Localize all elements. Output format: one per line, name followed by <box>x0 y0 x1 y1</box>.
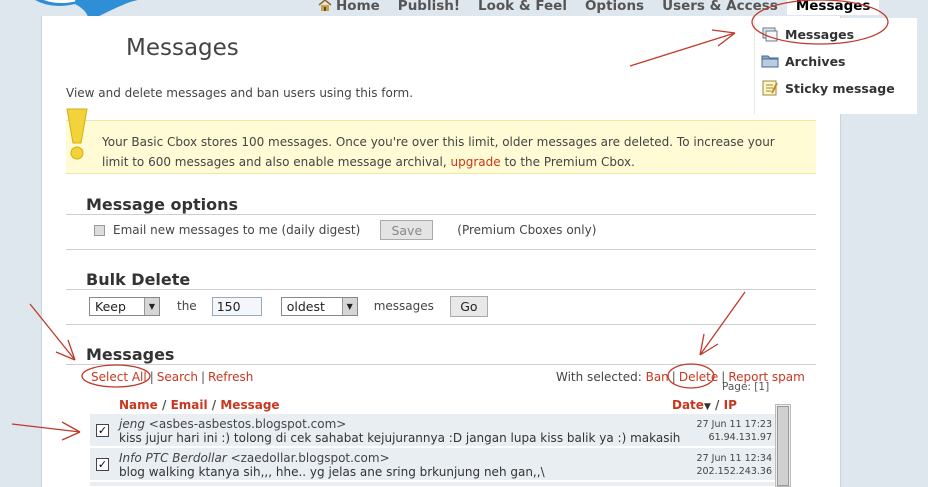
folder-icon <box>761 55 779 68</box>
divider <box>66 214 816 215</box>
submenu-sticky-message[interactable]: Sticky message <box>761 79 895 97</box>
sort-desc-icon: ▼ <box>703 402 711 412</box>
divider <box>66 249 816 250</box>
divider <box>66 364 816 365</box>
delete-link[interactable]: Delete <box>679 370 718 384</box>
row-email: <asbes-asbestos.blogspot.com> <box>148 417 347 431</box>
submenu-archives[interactable]: Archives <box>761 52 846 70</box>
upgrade-notice: Your Basic Cbox stores 100 messages. Onc… <box>66 108 816 174</box>
upgrade-link[interactable]: upgrade <box>451 155 501 169</box>
col-message[interactable]: Message <box>220 398 279 412</box>
bulk-order-select[interactable]: oldest ▼ <box>280 296 358 316</box>
exclamation-icon <box>66 108 88 160</box>
scrollbar-thumb[interactable] <box>777 406 789 486</box>
email-digest-label: Email new messages to me (daily digest) <box>113 223 361 237</box>
list-actions: Select All | Search | Refresh <box>91 370 254 384</box>
messages-submenu: Messages Archives Sticky message <box>754 18 917 114</box>
row-date: 27 Jun 11 17:23 <box>696 419 772 430</box>
row-ip: 202.152.243.36 <box>696 466 772 477</box>
row-message: blog walking ktanya sih,,, hhe.. yg jela… <box>119 465 545 479</box>
save-button[interactable]: Save <box>380 220 434 240</box>
bulk-delete-row: Keep ▼ the 150 oldest ▼ messages Go <box>89 295 488 317</box>
divider <box>66 324 816 325</box>
bulk-delete-heading: Bulk Delete <box>86 270 191 289</box>
chevron-down-icon: ▼ <box>341 297 357 315</box>
messages-label: messages <box>373 299 434 313</box>
submenu-messages[interactable]: Messages <box>761 25 854 43</box>
nav-publish[interactable]: Publish! <box>389 0 469 15</box>
row-name: jeng <box>119 417 145 431</box>
nav-home-label: Home <box>336 0 380 14</box>
nav-users-access[interactable]: Users & Access <box>653 0 787 15</box>
premium-note: (Premium Cboxes only) <box>457 223 597 237</box>
col-email[interactable]: Email <box>171 398 208 412</box>
top-nav: Home Publish! Look & Feel Options Users … <box>318 0 880 15</box>
select-all-link[interactable]: Select All <box>91 370 147 384</box>
page-indicator: Page: [1] <box>722 381 770 393</box>
email-digest-checkbox[interactable] <box>94 224 105 236</box>
col-name[interactable]: Name <box>119 398 158 412</box>
row-message: kiss jujur hari ini :) tolong di cek sah… <box>119 431 681 445</box>
notice-text: Your Basic Cbox stores 100 messages. Onc… <box>102 135 775 169</box>
page-description: View and delete messages and ban users u… <box>66 86 414 100</box>
chevron-down-icon: ▼ <box>144 297 159 315</box>
col-ip[interactable]: IP <box>724 398 737 412</box>
search-link[interactable]: Search <box>157 370 198 384</box>
refresh-link[interactable]: Refresh <box>208 370 253 384</box>
nav-options[interactable]: Options <box>576 0 653 15</box>
messages-heading: Messages <box>86 345 175 364</box>
ban-link[interactable]: Ban <box>646 370 669 384</box>
note-icon <box>762 80 778 96</box>
nav-look-and-feel[interactable]: Look & Feel <box>469 0 576 15</box>
bulk-count-input[interactable]: 150 <box>211 296 262 316</box>
col-date[interactable]: Date <box>672 398 704 412</box>
home-icon <box>318 0 332 11</box>
table-row: ✓ Info PTC Berdollar <zaedollar.blogspot… <box>90 448 775 481</box>
table-row: ✓ jeng <asbes-asbestos.blogspot.com> kis… <box>90 414 775 447</box>
message-options-row: Email new messages to me (daily digest) … <box>94 220 596 240</box>
row-date: 27 Jun 11 12:34 <box>696 453 772 464</box>
messages-table-header: Name / Email / Message Date▼ / IP <box>119 398 737 412</box>
row-checkbox[interactable]: ✓ <box>96 458 109 471</box>
go-button[interactable]: Go <box>449 295 488 317</box>
divider <box>66 289 816 290</box>
row-email: <zaedollar.blogspot.com> <box>230 451 390 465</box>
row-ip: 61.94.131.97 <box>708 432 772 443</box>
bulk-action-select[interactable]: Keep ▼ <box>89 296 160 316</box>
message-options-heading: Message options <box>86 195 238 214</box>
table-row <box>90 482 775 487</box>
the-label: the <box>177 299 197 313</box>
with-selected-label: With selected: <box>556 370 642 384</box>
nav-messages[interactable]: Messages <box>786 0 880 15</box>
messages-icon <box>762 27 778 42</box>
page-title: Messages <box>126 35 239 61</box>
messages-scrollbar[interactable] <box>775 404 791 487</box>
row-name: Info PTC Berdollar <box>119 451 227 465</box>
row-checkbox[interactable]: ✓ <box>96 424 109 437</box>
nav-home[interactable]: Home <box>318 0 389 15</box>
